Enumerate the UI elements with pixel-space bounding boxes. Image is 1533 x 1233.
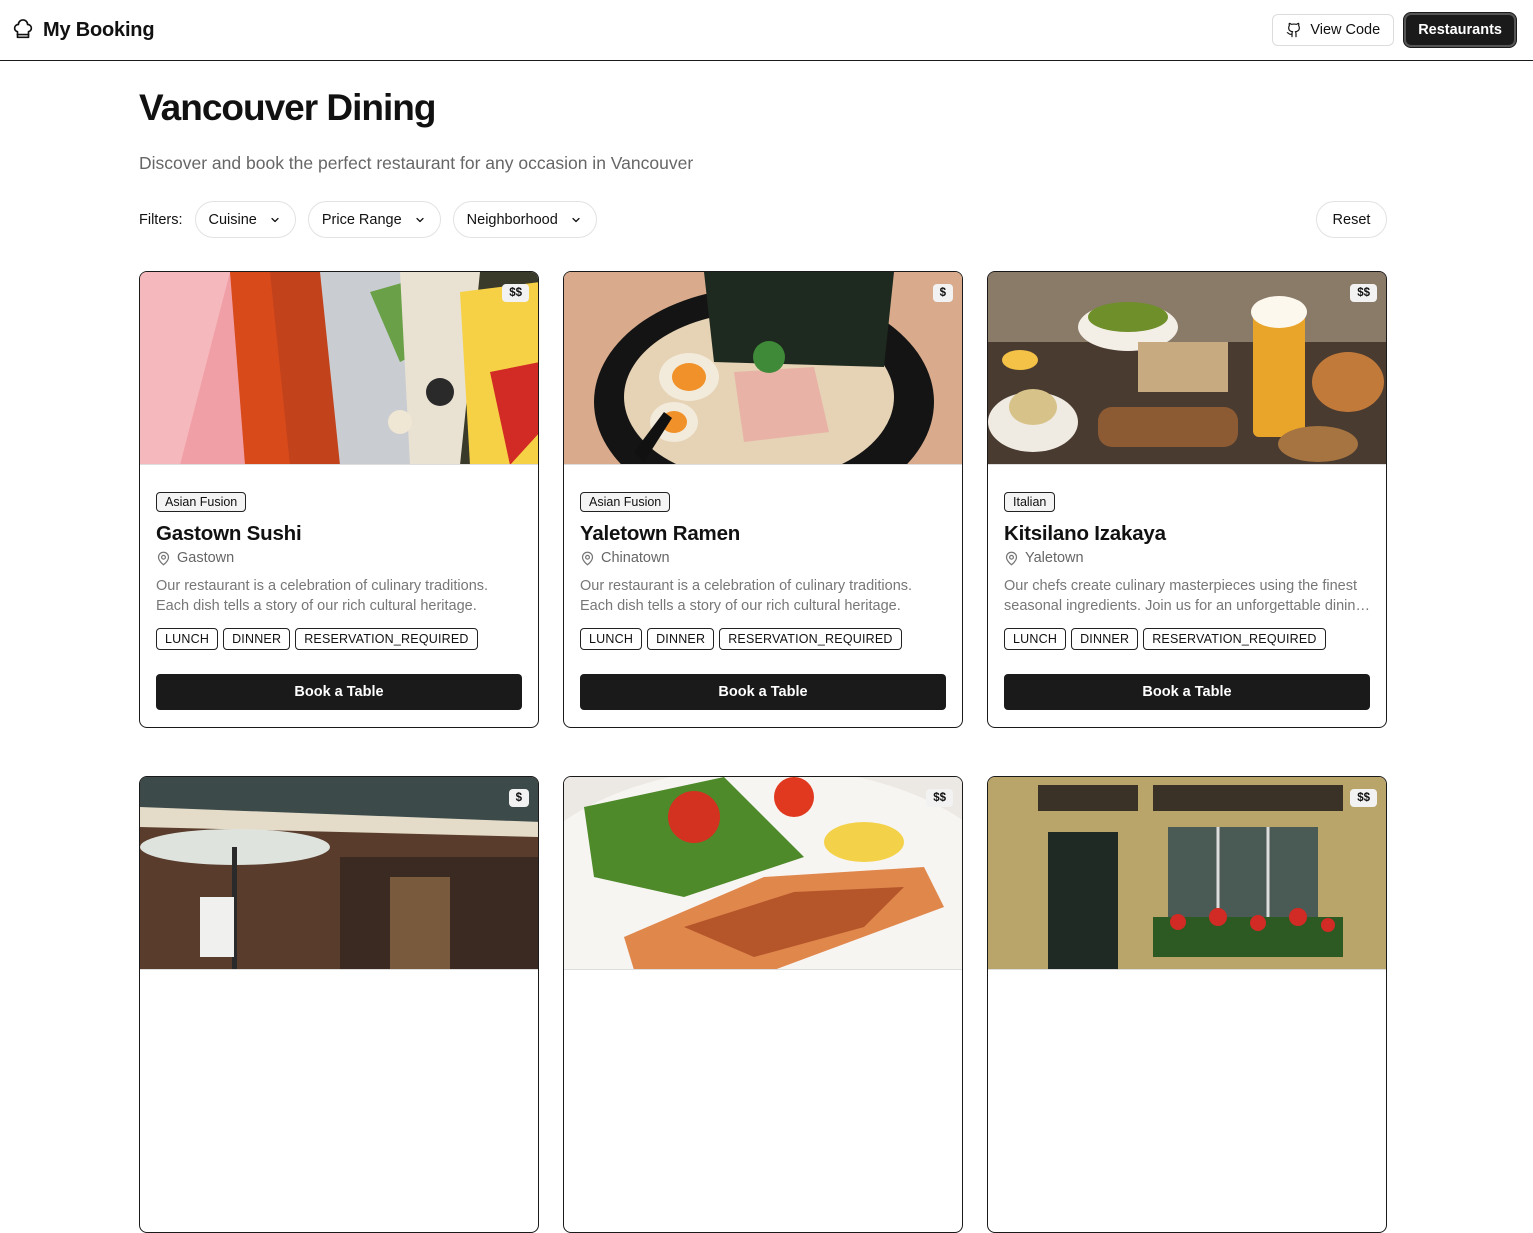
price-badge: $$ <box>926 789 953 807</box>
restaurant-card: $$ Italian Kitsilano Izakaya Yaletown Ou… <box>987 271 1387 728</box>
restaurant-card: $$ Asian Fusion Gastown Sushi Gastown Ou… <box>139 271 539 728</box>
chevron-down-icon <box>414 214 426 226</box>
cuisine-filter-label: Cuisine <box>208 211 257 228</box>
meal-tags: LUNCH DINNER RESERVATION_REQUIRED <box>1004 628 1370 650</box>
meal-tag-reservation: RESERVATION_REQUIRED <box>1143 628 1326 650</box>
cuisine-tag: Asian Fusion <box>580 492 671 512</box>
meal-tag-dinner: DINNER <box>223 628 291 650</box>
brand[interactable]: My Booking <box>12 18 155 42</box>
cuisine-filter-dropdown[interactable]: Cuisine <box>194 201 296 238</box>
meal-tag-dinner: DINNER <box>647 628 715 650</box>
restaurant-card: $ Asian Fusion Yaletown Ramen Chinatown … <box>563 271 963 728</box>
book-table-button[interactable]: Book a Table <box>580 674 946 710</box>
restaurant-card: $ <box>139 776 539 1233</box>
restaurant-card: $$ <box>563 776 963 1233</box>
neighborhood-filter-dropdown[interactable]: Neighborhood <box>452 201 597 238</box>
top-navbar: My Booking View Code Restaurants <box>0 0 1533 61</box>
neighborhood-filter-label: Neighborhood <box>466 211 558 228</box>
restaurant-description: Our restaurant is a celebration of culin… <box>580 578 913 614</box>
restaurant-image-cafe[interactable]: $ <box>140 777 538 970</box>
map-pin-icon <box>580 551 595 566</box>
location-label: Chinatown <box>601 550 670 566</box>
restaurant-description: Our chefs create culinary masterpieces u… <box>1004 578 1364 614</box>
meal-tag-lunch: LUNCH <box>156 628 219 650</box>
restaurant-image-sushi[interactable]: $$ <box>140 272 538 465</box>
reset-filters-button[interactable]: Reset <box>1316 201 1387 238</box>
meal-tags: LUNCH DINNER RESERVATION_REQUIRED <box>156 628 522 650</box>
price-badge: $$ <box>502 284 529 302</box>
restaurant-image-izakaya[interactable]: $$ <box>988 272 1386 465</box>
chevron-down-icon <box>269 214 281 226</box>
location-label: Gastown <box>177 550 235 566</box>
restaurant-location: Chinatown <box>580 550 946 566</box>
filters-bar: Filters: Cuisine Price Range Neighborhoo… <box>139 201 1387 238</box>
view-code-label: View Code <box>1310 22 1381 38</box>
price-badge: $$ <box>1350 284 1377 302</box>
restaurant-card: $$ <box>987 776 1387 1233</box>
meal-tag-lunch: LUNCH <box>580 628 643 650</box>
restaurants-button[interactable]: Restaurants <box>1404 13 1516 47</box>
chevron-down-icon <box>570 214 582 226</box>
restaurant-name[interactable]: Kitsilano Izakaya <box>1004 522 1370 546</box>
filters-label: Filters: <box>139 211 183 228</box>
restaurant-name[interactable]: Yaletown Ramen <box>580 522 946 546</box>
restaurant-image-salmon[interactable]: $$ <box>564 777 962 970</box>
restaurant-image-pub[interactable]: $$ <box>988 777 1386 970</box>
location-label: Yaletown <box>1025 550 1084 566</box>
restaurant-location: Gastown <box>156 550 522 566</box>
chef-hat-icon <box>12 19 34 41</box>
cuisine-tag: Asian Fusion <box>156 492 247 512</box>
restaurant-name[interactable]: Gastown Sushi <box>156 522 522 546</box>
cuisine-tag: Italian <box>1004 492 1056 512</box>
main-content: Vancouver Dining Discover and book the p… <box>139 61 1387 238</box>
book-table-button[interactable]: Book a Table <box>1004 674 1370 710</box>
meal-tags: LUNCH DINNER RESERVATION_REQUIRED <box>580 628 946 650</box>
book-table-button[interactable]: Book a Table <box>156 674 522 710</box>
page-title: Vancouver Dining <box>139 87 437 128</box>
meal-tag-reservation: RESERVATION_REQUIRED <box>295 628 478 650</box>
meal-tag-dinner: DINNER <box>1071 628 1139 650</box>
brand-title: My Booking <box>43 18 155 41</box>
price-badge: $ <box>508 789 529 807</box>
restaurant-description: Our restaurant is a celebration of culin… <box>156 578 489 614</box>
restaurant-location: Yaletown <box>1004 550 1370 566</box>
price-badge: $$ <box>1350 789 1377 807</box>
page-subtitle: Discover and book the perfect restaurant… <box>139 153 694 173</box>
map-pin-icon <box>156 551 171 566</box>
view-code-button[interactable]: View Code <box>1272 14 1395 46</box>
price-badge: $ <box>932 284 953 302</box>
github-icon <box>1286 22 1302 38</box>
price-range-filter-label: Price Range <box>321 211 402 228</box>
meal-tag-lunch: LUNCH <box>1004 628 1067 650</box>
meal-tag-reservation: RESERVATION_REQUIRED <box>719 628 902 650</box>
price-range-filter-dropdown[interactable]: Price Range <box>307 201 441 238</box>
map-pin-icon <box>1004 551 1019 566</box>
restaurant-image-ramen[interactable]: $ <box>564 272 962 465</box>
